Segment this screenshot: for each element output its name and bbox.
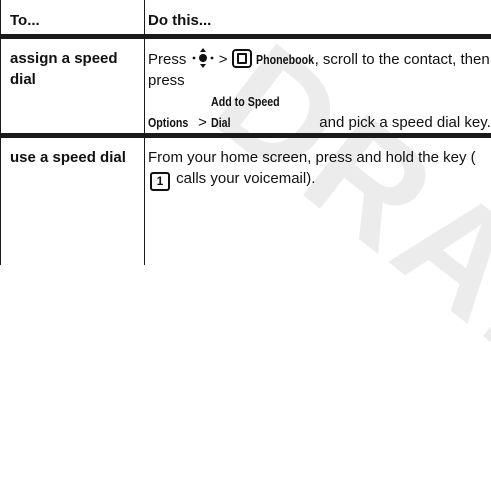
instruction-text: > [198,114,207,131]
instruction-text: From your home screen, press and hold th… [148,149,476,166]
table-row: assign a speed dial Press > Phonebook, s… [0,36,491,138]
phonebook-label: Phonebook [255,52,314,67]
table-row: use a speed dial From your home screen, … [0,136,491,224]
task-cell: use a speed dial [0,136,137,224]
instruction-cell: From your home screen, press and hold th… [137,136,491,224]
phonebook-icon [231,49,252,68]
instruction-text: calls your voicemail). [176,170,316,187]
number-key-1-icon: 1 [150,172,170,191]
task-label: use a speed dial [10,149,126,166]
task-cell: assign a speed dial [0,36,137,138]
options-label: Options [148,115,189,130]
instruction-cell: Press > Phonebook, scroll to the contact… [137,36,491,138]
task-label: assign a speed dial [10,50,118,88]
center-nav-key-icon [192,48,213,68]
table-header-row: To... Do this... [0,0,491,39]
header-do-this: Do this... [137,0,491,39]
header-to: To... [0,0,137,39]
instruction-text: and pick a speed dial key. [319,114,491,131]
add-to-speed-dial-label: Add to Speed Dial [211,94,280,130]
instruction-table: To... Do this... assign a speed dial Pre… [0,0,491,223]
instruction-text: Press [148,51,187,68]
column-divider [144,0,145,265]
instruction-text: > [218,51,228,68]
